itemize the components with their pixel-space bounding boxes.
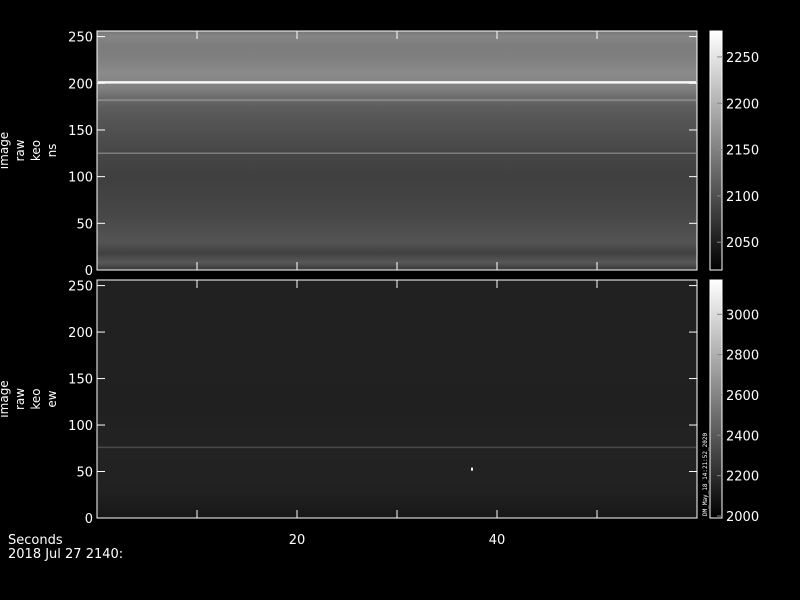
y-axis-label-word: image xyxy=(0,380,11,417)
y-tick-label: 200 xyxy=(68,77,93,92)
colorbar-tick-label: 2250 xyxy=(726,51,759,66)
ew-keogram-image xyxy=(97,280,697,518)
x-axis-tick-labels: 20 40 xyxy=(289,533,506,548)
colorbar-tick-label: 2400 xyxy=(726,429,759,444)
y-tick-label: 200 xyxy=(68,326,93,341)
ew-colorbar xyxy=(710,280,722,518)
colorbar-tick-label: 2800 xyxy=(726,349,759,364)
y-axis-label-word: ew xyxy=(45,390,59,407)
colorbar-tick-label: 2050 xyxy=(726,236,759,251)
y-tick-label: 50 xyxy=(76,217,93,232)
colorbar-tick-label: 2100 xyxy=(726,190,759,205)
keogram-panel-ew: 0 50 100 150 200 250 image raw keo ew 2000 2200 24… xyxy=(0,279,759,527)
x-tick-label: 20 xyxy=(289,533,306,548)
colorbar-tick-label: 2200 xyxy=(726,470,759,485)
y-axis-label-word: keo xyxy=(29,140,43,161)
y-axis-label-word: ns xyxy=(45,144,59,158)
colorbar-tick-label: 3000 xyxy=(726,308,759,323)
colorbar-tick-label: 2200 xyxy=(726,97,759,112)
y-tick-label: 100 xyxy=(68,419,93,434)
ew-colorbar-axis: 2000 2200 2400 2600 2800 3000 xyxy=(717,308,759,525)
keogram-panel-ns: 0 50 100 150 200 250 image raw keo ns 2050 2100 21… xyxy=(0,30,759,279)
x-tick-label: 40 xyxy=(489,533,506,548)
y-axis-label-word: raw xyxy=(13,139,27,161)
y-tick-label: 0 xyxy=(85,512,93,527)
y-axis-label-word: image xyxy=(0,132,11,169)
processing-stamp: DM_May_18_14:21:52_2020 xyxy=(702,433,709,516)
ew-hot-pixel xyxy=(471,467,473,471)
ns-colorbar xyxy=(710,31,722,270)
ew-y-axis-label: image raw keo ew xyxy=(0,380,59,417)
x-axis-label: Seconds xyxy=(8,533,63,548)
keogram-figure: 050100150200250 image raw keo ns 2050210021… xyxy=(0,30,759,562)
ns-y-axis-label: image raw keo ns xyxy=(0,132,59,169)
colorbar-tick-label: 2600 xyxy=(726,389,759,404)
y-tick-label: 50 xyxy=(76,466,93,481)
y-tick-label: 150 xyxy=(68,124,93,139)
date-label: 2018 Jul 27 2140: xyxy=(8,547,123,562)
y-axis-label-word: keo xyxy=(29,388,43,409)
y-tick-label: 150 xyxy=(68,373,93,388)
ns-keogram-image xyxy=(97,31,697,270)
y-tick-label: 250 xyxy=(68,280,93,295)
ns-colorbar-axis: 2050 2100 2150 2200 2250 xyxy=(717,51,759,251)
y-tick-label: 100 xyxy=(68,171,93,186)
y-tick-label: 0 xyxy=(85,264,93,279)
y-axis-label-word: raw xyxy=(13,388,27,410)
colorbar-tick-label: 2000 xyxy=(726,510,759,525)
colorbar-tick-label: 2150 xyxy=(726,144,759,159)
y-tick-label: 250 xyxy=(68,31,93,46)
